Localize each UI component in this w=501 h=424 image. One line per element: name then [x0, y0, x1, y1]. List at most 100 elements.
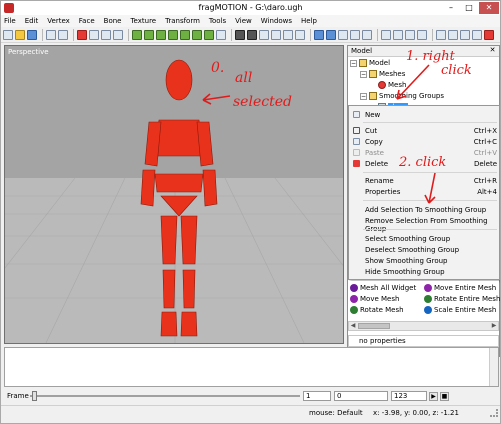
move-arrows-icon[interactable]: [192, 29, 202, 40]
move-arrows-icon[interactable]: [144, 29, 154, 40]
panel-title: Model: [351, 47, 373, 55]
move-icon: [424, 284, 432, 292]
move-arrows-icon[interactable]: [132, 29, 142, 40]
render-icon[interactable]: [381, 29, 391, 40]
view-icon[interactable]: [235, 29, 245, 40]
menu-item-new[interactable]: New: [349, 109, 500, 120]
menu-edit[interactable]: Edit: [25, 17, 39, 25]
new-file-icon[interactable]: [3, 29, 13, 40]
start-frame-field[interactable]: 0: [334, 391, 388, 401]
menu-face[interactable]: Face: [79, 17, 95, 25]
menu-item-select-group[interactable]: Select Smoothing Group: [349, 233, 500, 244]
annotation-2: 2. click: [399, 155, 447, 170]
widget-label: Move Mesh: [360, 295, 400, 303]
menu-transform[interactable]: Transform: [165, 17, 200, 25]
menu-item-label: New: [365, 111, 381, 119]
close-button[interactable]: ✕: [479, 2, 499, 14]
mesh-view-icon[interactable]: [326, 29, 336, 40]
texture-icon[interactable]: [460, 29, 470, 40]
slider-thumb[interactable]: [32, 391, 37, 401]
rotate-icon: [424, 295, 432, 303]
view-icon[interactable]: [295, 29, 305, 40]
view-icon[interactable]: [283, 29, 293, 40]
widget-move-mesh[interactable]: Move Mesh: [350, 295, 399, 303]
resize-grip-icon[interactable]: [490, 409, 498, 417]
menu-help[interactable]: Help: [301, 17, 317, 25]
undo-icon[interactable]: [46, 29, 56, 40]
menu-item-cut[interactable]: Cut Ctrl+X: [349, 125, 500, 136]
widget-scrollbar[interactable]: ◀ ▶: [348, 321, 499, 331]
redo-icon[interactable]: [58, 29, 68, 40]
toolbar-separator: [310, 28, 311, 41]
texture-icon[interactable]: [448, 29, 458, 40]
current-frame-field[interactable]: 1: [303, 391, 331, 401]
menu-vertex[interactable]: Vertex: [47, 17, 70, 25]
view-icon[interactable]: [247, 29, 257, 40]
left-shin-part: [162, 269, 176, 309]
toolbar-separator: [128, 28, 129, 41]
status-bar: mouse: Default x: -3.98, y: 0.00, z: -1.…: [1, 405, 500, 418]
widget-rotate-entire[interactable]: Rotate Entire Mesh: [424, 295, 500, 303]
end-frame-field[interactable]: 123: [391, 391, 427, 401]
menu-item-copy[interactable]: Copy Ctrl+C: [349, 136, 500, 147]
grid-icon[interactable]: [350, 29, 360, 40]
minimize-button[interactable]: –: [442, 2, 460, 14]
view-icon[interactable]: [259, 29, 269, 40]
select-icon[interactable]: [216, 29, 226, 40]
play-icon[interactable]: ▶: [429, 391, 438, 401]
widget-scale-entire[interactable]: Scale Entire Mesh: [424, 306, 496, 314]
collapse-icon[interactable]: −: [360, 92, 367, 100]
widget-rotate-mesh[interactable]: Rotate Mesh: [350, 306, 404, 314]
collapse-icon[interactable]: −: [360, 70, 367, 78]
perspective-viewport[interactable]: Perspective 0. all selected: [4, 45, 344, 344]
menu-tools[interactable]: Tools: [209, 17, 226, 25]
pelvis-part: [160, 195, 198, 217]
move-arrows-icon[interactable]: [180, 29, 190, 40]
menu-item-deselect-group[interactable]: Deselect Smoothing Group: [349, 244, 500, 255]
frame-label: Frame: [7, 392, 29, 400]
grid-icon[interactable]: [362, 29, 372, 40]
scrollbar-thumb[interactable]: [358, 323, 390, 329]
maximize-button[interactable]: □: [460, 2, 478, 14]
menu-view[interactable]: View: [235, 17, 252, 25]
scroll-left-icon[interactable]: ◀: [349, 322, 357, 330]
open-folder-icon[interactable]: [15, 29, 25, 40]
toolbar-separator: [73, 28, 74, 41]
save-icon[interactable]: [27, 29, 37, 40]
menu-item-show-group[interactable]: Show Smoothing Group: [349, 255, 500, 266]
scroll-right-icon[interactable]: ▶: [490, 322, 498, 330]
delete-icon[interactable]: [77, 29, 87, 40]
move-arrows-icon[interactable]: [168, 29, 178, 40]
mesh-view-icon[interactable]: [314, 29, 324, 40]
texture-icon[interactable]: [436, 29, 446, 40]
folder-icon: [369, 70, 377, 78]
render-icon[interactable]: [405, 29, 415, 40]
menu-texture[interactable]: Texture: [130, 17, 156, 25]
menu-item-hide-group[interactable]: Hide Smoothing Group: [349, 266, 500, 277]
view-icon[interactable]: [271, 29, 281, 40]
menu-bone[interactable]: Bone: [104, 17, 122, 25]
move-arrows-icon[interactable]: [204, 29, 214, 40]
menu-item-remove-selection[interactable]: Remove Selection From Smoothing Group: [349, 215, 500, 233]
move-arrows-icon[interactable]: [156, 29, 166, 40]
cut-icon[interactable]: [89, 29, 99, 40]
frame-slider[interactable]: [30, 391, 300, 401]
texture-icon[interactable]: [472, 29, 482, 40]
panel-close-icon[interactable]: ✕: [488, 46, 497, 55]
widget-mesh-all[interactable]: Mesh All Widget: [350, 284, 416, 292]
widget-list: Mesh All Widget Move Entire Mesh Move Me…: [348, 281, 500, 319]
menu-windows[interactable]: Windows: [261, 17, 292, 25]
collapse-icon[interactable]: −: [350, 59, 357, 67]
render-icon[interactable]: [393, 29, 403, 40]
menu-file[interactable]: File: [4, 17, 16, 25]
paste-icon[interactable]: [113, 29, 123, 40]
copy-icon[interactable]: [101, 29, 111, 40]
shortcut-label: Alt+4: [477, 188, 497, 196]
left-arm-part: [144, 121, 162, 167]
grid-icon[interactable]: [338, 29, 348, 40]
output-scrollbar[interactable]: [489, 348, 498, 386]
widget-move-entire[interactable]: Move Entire Mesh: [424, 284, 496, 292]
stop-icon[interactable]: ■: [440, 391, 449, 401]
target-icon[interactable]: [484, 29, 494, 40]
render-icon[interactable]: [417, 29, 427, 40]
